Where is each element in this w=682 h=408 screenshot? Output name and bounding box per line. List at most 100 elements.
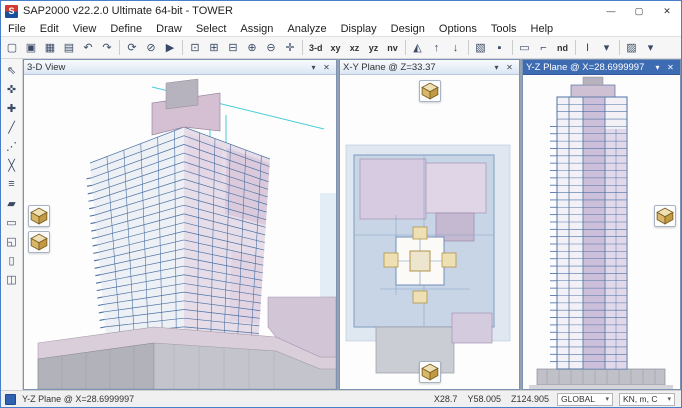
view-yz-canvas[interactable] xyxy=(523,75,680,389)
menu-tools[interactable]: Tools xyxy=(484,21,524,36)
toolbar-view-3d[interactable]: 3-d xyxy=(306,39,326,57)
toolbar-frame-section-dropdown[interactable]: ▾ xyxy=(598,39,616,57)
toolbar-rubber-band-zoom[interactable]: ⊡ xyxy=(186,39,204,57)
toolbar-separator xyxy=(575,40,576,55)
toolbar-frame-section-display[interactable]: I xyxy=(579,39,597,57)
statusbar-app-icon[interactable] xyxy=(5,394,16,405)
view-xy-canvas[interactable] xyxy=(340,75,519,389)
menu-assign[interactable]: Assign xyxy=(233,21,280,36)
toolbar-restore-full-view[interactable]: ⊞ xyxy=(205,39,223,57)
window-close-button[interactable]: ✕ xyxy=(503,63,516,72)
toolbar-view-named[interactable]: nv xyxy=(384,39,402,57)
statusbar-view-label: Y-Z Plane @ X=28.6999997 xyxy=(22,394,134,404)
drawbar-draw-poly-area[interactable]: ▰ xyxy=(3,194,21,212)
toolbar-view-yz[interactable]: yz xyxy=(365,39,383,57)
window-yz-plane: Y-Z Plane @ X=28.6999997 ▾ ✕ xyxy=(522,59,681,390)
toolbar-select-rectangular[interactable]: ▭ xyxy=(516,39,534,57)
coord-x: X28.7 xyxy=(434,394,458,404)
toolbar-select-named[interactable]: nd xyxy=(554,39,572,57)
menu-select[interactable]: Select xyxy=(189,21,234,36)
toolbar-run-analysis[interactable]: ▶ xyxy=(161,39,179,57)
toolbar-separator xyxy=(119,40,120,55)
window-close-button[interactable]: ✕ xyxy=(320,63,333,72)
window-close-button[interactable]: ✕ xyxy=(664,63,677,72)
toolbar-object-shrink-toggle[interactable]: ▪ xyxy=(491,39,509,57)
window-menu-button[interactable]: ▾ xyxy=(651,63,664,72)
toolbar-redo[interactable]: ↷ xyxy=(98,39,116,57)
menubar: FileEditViewDefineDrawSelectAssignAnalyz… xyxy=(1,21,681,37)
toolbar-set-display-options[interactable]: ▧ xyxy=(472,39,490,57)
window-xy-titlebar[interactable]: X-Y Plane @ Z=33.37 ▾ ✕ xyxy=(340,60,519,75)
window-yz-titlebar[interactable]: Y-Z Plane @ X=28.6999997 ▾ ✕ xyxy=(523,60,680,75)
cube-icon xyxy=(29,232,49,252)
toolbar-view-xy[interactable]: xy xyxy=(327,39,345,57)
toolbar-display-style[interactable]: ▨ xyxy=(623,39,641,57)
menu-design[interactable]: Design xyxy=(384,21,432,36)
drawbar-quick-draw-brace[interactable]: ╳ xyxy=(3,156,21,174)
window-controls: — ▢ ✕ xyxy=(597,1,681,21)
drawbar-draw-link[interactable]: ◫ xyxy=(3,270,21,288)
menu-view[interactable]: View xyxy=(66,21,104,36)
statusbar: Y-Z Plane @ X=28.6999997 X28.7 Y58.005 Z… xyxy=(1,390,681,407)
xy-plan-drawing xyxy=(340,75,519,389)
window-3d-view: 3-D View ▾ ✕ xyxy=(23,59,337,390)
drawbar-draw-rect-area[interactable]: ▭ xyxy=(3,213,21,231)
menu-options[interactable]: Options xyxy=(432,21,484,36)
view-cube-widget[interactable] xyxy=(28,231,50,253)
view-cube-widget[interactable] xyxy=(419,361,441,383)
drawbar-quick-draw-secondary-beam[interactable]: ≡ xyxy=(3,175,21,193)
drawbar-reshape-object[interactable]: ✜ xyxy=(3,80,21,98)
cube-icon xyxy=(655,206,675,226)
view-3d-canvas[interactable] xyxy=(24,75,336,389)
toolbar-perspective-toggle[interactable]: ◭ xyxy=(409,39,427,57)
close-button[interactable]: ✕ xyxy=(653,1,681,21)
toolbar-move-up-in-list[interactable]: ↑ xyxy=(428,39,446,57)
chevron-down-icon: ▾ xyxy=(605,395,609,403)
drawbar-draw-wall[interactable]: ▯ xyxy=(3,251,21,269)
toolbar-view-xz[interactable]: xz xyxy=(346,39,364,57)
window-menu-button[interactable]: ▾ xyxy=(307,63,320,72)
maximize-button[interactable]: ▢ xyxy=(625,1,653,21)
menu-file[interactable]: File xyxy=(1,21,33,36)
menu-define[interactable]: Define xyxy=(103,21,149,36)
toolbar-display-style-dropdown[interactable]: ▾ xyxy=(642,39,660,57)
toolbar-zoom-in[interactable]: ⊕ xyxy=(243,39,261,57)
menu-analyze[interactable]: Analyze xyxy=(280,21,333,36)
toolbar-select-poly[interactable]: ⌐ xyxy=(535,39,553,57)
units-dropdown[interactable]: KN, m, C ▾ xyxy=(619,393,675,406)
view-cube-widget[interactable] xyxy=(419,80,441,102)
toolbar-undo[interactable]: ↶ xyxy=(79,39,97,57)
view-cube-widget[interactable] xyxy=(28,205,50,227)
main-toolbar: ▢▣▦▤↶↷⟳⊘▶⊡⊞⊟⊕⊖✛3-dxyxzyznv◭↑↓▧▪▭⌐ndI▾▨▾ xyxy=(1,37,681,59)
window-yz-title: Y-Z Plane @ X=28.6999997 xyxy=(526,62,651,73)
toolbar-open-model[interactable]: ▣ xyxy=(22,39,40,57)
toolbar-separator xyxy=(512,40,513,55)
toolbar-zoom-out[interactable]: ⊖ xyxy=(262,39,280,57)
toolbar-save-model[interactable]: ▦ xyxy=(41,39,59,57)
toolbar-print[interactable]: ▤ xyxy=(60,39,78,57)
titlebar[interactable]: S SAP2000 v22.2.0 Ultimate 64-bit - TOWE… xyxy=(1,1,681,21)
menu-display[interactable]: Display xyxy=(334,21,384,36)
drawbar-draw-special-joint[interactable]: ✚ xyxy=(3,99,21,117)
toolbar-new-model[interactable]: ▢ xyxy=(3,39,21,57)
toolbar-pan[interactable]: ✛ xyxy=(281,39,299,57)
window-title: SAP2000 v22.2.0 Ultimate 64-bit - TOWER xyxy=(23,5,597,17)
toolbar-previous-zoom[interactable]: ⊟ xyxy=(224,39,242,57)
minimize-button[interactable]: — xyxy=(597,1,625,21)
toolbar-move-down-in-list[interactable]: ↓ xyxy=(447,39,465,57)
window-3d-titlebar[interactable]: 3-D View ▾ ✕ xyxy=(24,60,336,75)
csys-dropdown[interactable]: GLOBAL ▾ xyxy=(557,393,613,406)
coord-z: Z124.905 xyxy=(511,394,549,404)
window-menu-button[interactable]: ▾ xyxy=(490,63,503,72)
drawbar-draw-frame[interactable]: ╱ xyxy=(3,118,21,136)
menu-draw[interactable]: Draw xyxy=(149,21,189,36)
menu-edit[interactable]: Edit xyxy=(33,21,66,36)
menu-help[interactable]: Help xyxy=(524,21,561,36)
drawbar-quick-draw-frame[interactable]: ⋰ xyxy=(3,137,21,155)
drawbar-quick-draw-area[interactable]: ◱ xyxy=(3,232,21,250)
toolbar-lock-model[interactable]: ⊘ xyxy=(142,39,160,57)
sap2000-logo-icon: S xyxy=(5,5,18,18)
drawbar-select-pointer[interactable]: ⇖ xyxy=(3,61,21,79)
view-cube-widget[interactable] xyxy=(654,205,676,227)
toolbar-refresh-window[interactable]: ⟳ xyxy=(123,39,141,57)
